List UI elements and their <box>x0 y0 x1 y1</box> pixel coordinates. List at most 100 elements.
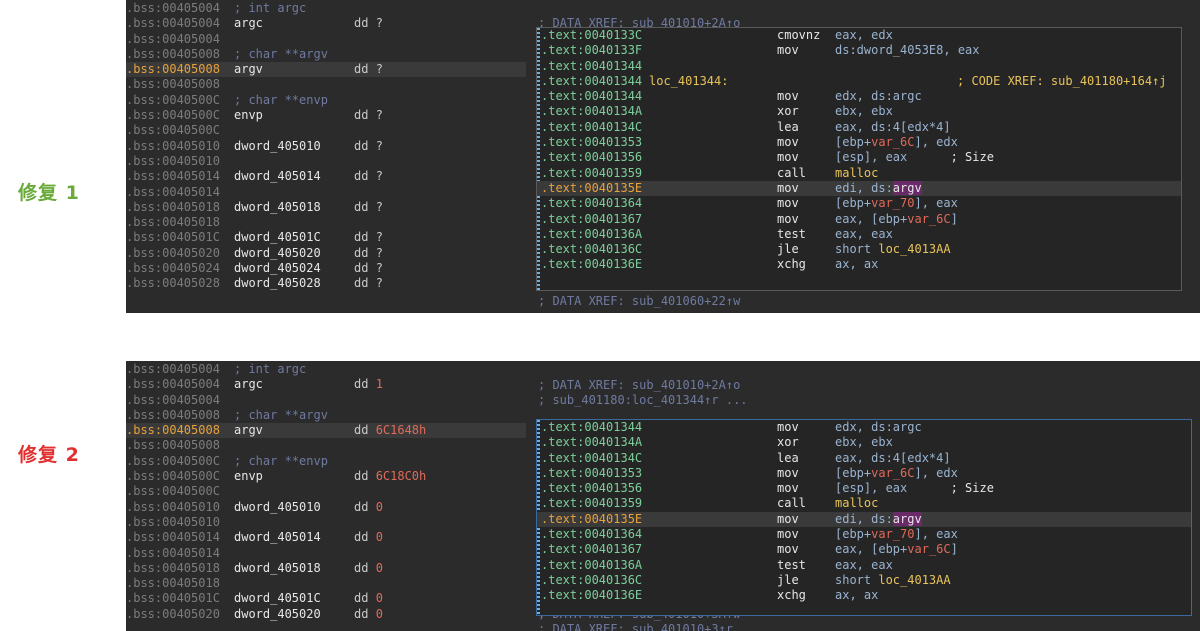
data-directive: dd 0 <box>354 591 383 606</box>
code-address: .text:0040135E <box>541 511 643 526</box>
code-line: .text:0040134A xor ebx, ebx <box>537 104 1181 119</box>
bss-address: .bss:0040500C <box>126 469 220 484</box>
symbol-name: dword_405020 <box>234 606 321 621</box>
type-comment: ; char **envp <box>234 453 328 468</box>
bss-address: .bss:00405014 <box>126 530 220 545</box>
bss-row[interactable]: .bss:0040500C envp dd ? <box>126 108 526 123</box>
code-xref: ; CODE XREF: sub_401180+164↑j <box>957 73 1167 88</box>
bss-address: .bss:0040501C <box>126 230 220 245</box>
bss-row[interactable]: .bss:00405010 dword_405010 dd ? <box>126 139 526 154</box>
operand: ebx, ebx <box>835 104 893 119</box>
bss-row[interactable]: .bss:00405018 <box>126 576 526 591</box>
data-value: ? <box>375 199 383 214</box>
type-comment: ; char **argv <box>234 407 328 422</box>
bss-row[interactable]: .bss:0040501C dword_40501C dd ? <box>126 230 526 245</box>
bss-row[interactable]: .bss:0040500C <box>126 484 526 499</box>
bss-row[interactable]: .bss:00405008 ; char **argv <box>126 408 526 423</box>
code-line: .text:0040134A xor ebx, ebx <box>537 435 1191 450</box>
code-line: .text:0040135E mov edi, ds:argv <box>537 180 1181 197</box>
bss-row[interactable]: .bss:0040500C ; char **envp <box>126 454 526 469</box>
bss-row[interactable]: .bss:00405018 <box>126 215 526 230</box>
bss-address: .bss:00405004 <box>126 392 220 407</box>
data-directive: dd ? <box>354 108 383 123</box>
fix-1-label: 修复 1 <box>18 182 80 204</box>
symbol-name: dword_405018 <box>234 199 321 214</box>
bss-row[interactable]: .bss:00405008 <box>126 77 526 92</box>
bss-row[interactable]: .bss:00405010 dword_405010 dd 0 <box>126 500 526 515</box>
type-comment: ; int argc <box>234 1 307 15</box>
stack-var: var_6C <box>871 135 915 150</box>
function-ref: loc_4013AA <box>878 242 951 257</box>
bss-row[interactable]: .bss:00405018 dword_405018 dd ? <box>126 200 526 215</box>
data-directive: dd ? <box>354 169 383 184</box>
bss-row[interactable]: .bss:00405020 dword_405020 dd ? <box>126 246 526 261</box>
bss-row[interactable]: .bss:00405014 dword_405014 dd ? <box>126 169 526 184</box>
bss-row[interactable]: .bss:0040500C <box>126 123 526 138</box>
data-directive: dd 1 <box>354 377 383 392</box>
code-line: .text:00401364 mov [ebp+var_70], eax <box>537 196 1181 211</box>
symbol-name: argc <box>234 16 263 31</box>
bss-address: .bss:00405020 <box>126 245 220 260</box>
bss-row[interactable]: .bss:00405004 ; int argc <box>126 362 526 377</box>
stack-var: var_70 <box>871 527 915 542</box>
bss-row[interactable]: .bss:00405004 argc dd 1 <box>126 377 526 392</box>
bss-row[interactable]: .bss:00405004 ; int argc <box>126 1 526 16</box>
bss-row[interactable]: .bss:00405004 argc dd ? <box>126 16 526 31</box>
bss-row[interactable]: .bss:00405010 <box>126 515 526 530</box>
mnemonic: cmovnz <box>777 28 821 42</box>
code-line: .text:00401344 <box>537 59 1181 74</box>
bss-address: .bss:00405018 <box>126 215 220 230</box>
data-value: 0 <box>375 560 383 575</box>
bss-row[interactable]: .bss:00405028 dword_405028 dd ? <box>126 276 526 291</box>
data-directive: dd ? <box>354 138 383 153</box>
mnemonic: mov <box>777 150 799 165</box>
data-value: 6C18C0h <box>375 469 427 484</box>
bss-row[interactable]: .bss:00405014 <box>126 185 526 200</box>
bss-row[interactable]: .bss:00405008 <box>126 438 526 453</box>
bss-row[interactable]: .bss:00405018 dword_405018 dd 0 <box>126 561 526 576</box>
bss-row[interactable]: .bss:00405010 <box>126 154 526 169</box>
bss-address: .bss:00405008 <box>126 77 220 92</box>
code-address: .text:00401367 <box>541 211 643 226</box>
code-line: .text:00401344 loc_401344: ; CODE XREF: su… <box>537 74 1181 89</box>
bss-row[interactable]: .bss:0040500C envp dd 6C18C0h <box>126 469 526 484</box>
operand: edi, ds:argv <box>835 180 922 195</box>
code-line: .text:00401367 mov eax, [ebp+var_6C] <box>537 212 1181 227</box>
bss-row[interactable]: .bss:00405008 argv dd ? <box>126 62 526 78</box>
disassembly-view-1[interactable]: .bss:00405004 ; int argc .bss:00405004 argc… <box>126 0 1200 313</box>
bss-row[interactable]: .bss:00405004 <box>126 32 526 47</box>
bss-address: .bss:0040501C <box>126 591 220 606</box>
mnemonic: mov <box>777 211 799 226</box>
function-ref: loc_4013AA <box>878 572 951 587</box>
bss-address: .bss:00405004 <box>126 16 220 31</box>
code-address: .text:0040134A <box>541 435 643 450</box>
bss-row[interactable]: .bss:00405020 dword_405020 dd 0 <box>126 607 526 622</box>
bss-row[interactable]: .bss:00405014 dword_405014 dd 0 <box>126 530 526 545</box>
mnemonic: xchg <box>777 588 806 603</box>
bss-row[interactable]: .bss:00405008 ; char **argv <box>126 47 526 62</box>
bss-row[interactable]: .bss:00405024 dword_405024 dd ? <box>126 261 526 276</box>
bss-row[interactable]: .bss:0040501C dword_40501C dd 0 <box>126 591 526 606</box>
symbol-name: argv <box>234 62 263 77</box>
code-line: .text:0040133C cmovnz eax, edx <box>537 28 1181 43</box>
function-ref: malloc <box>835 496 879 511</box>
bss-row[interactable]: .bss:00405014 <box>126 546 526 561</box>
data-directive: dd 0 <box>354 499 383 514</box>
arg-comment: ; Size <box>950 150 994 165</box>
code-address: .text:0040136A <box>541 557 643 572</box>
arg-comment: ; Size <box>950 481 994 496</box>
bss-address: .bss:0040500C <box>126 453 220 468</box>
bss-address: .bss:0040500C <box>126 484 220 499</box>
code-line: .text:00401344 mov edx, ds:argc <box>537 89 1181 104</box>
code-line: .text:00401359 call malloc <box>537 166 1181 181</box>
code-address: .text:00401353 <box>541 135 643 150</box>
mnemonic: lea <box>777 450 799 465</box>
stack-var: var_6C <box>907 542 951 557</box>
bss-row[interactable]: .bss:00405004 <box>126 393 526 408</box>
bss-address: .bss:00405014 <box>126 545 220 560</box>
mnemonic: mov <box>777 465 799 480</box>
disassembly-view-2[interactable]: .bss:00405004 ; int argc .bss:00405004 argc… <box>126 361 1200 631</box>
bss-address: .bss:00405008 <box>126 423 220 438</box>
bss-row[interactable]: .bss:0040500C ; char **envp <box>126 93 526 108</box>
bss-row[interactable]: .bss:00405008 argv dd 6C1648h <box>126 423 526 439</box>
